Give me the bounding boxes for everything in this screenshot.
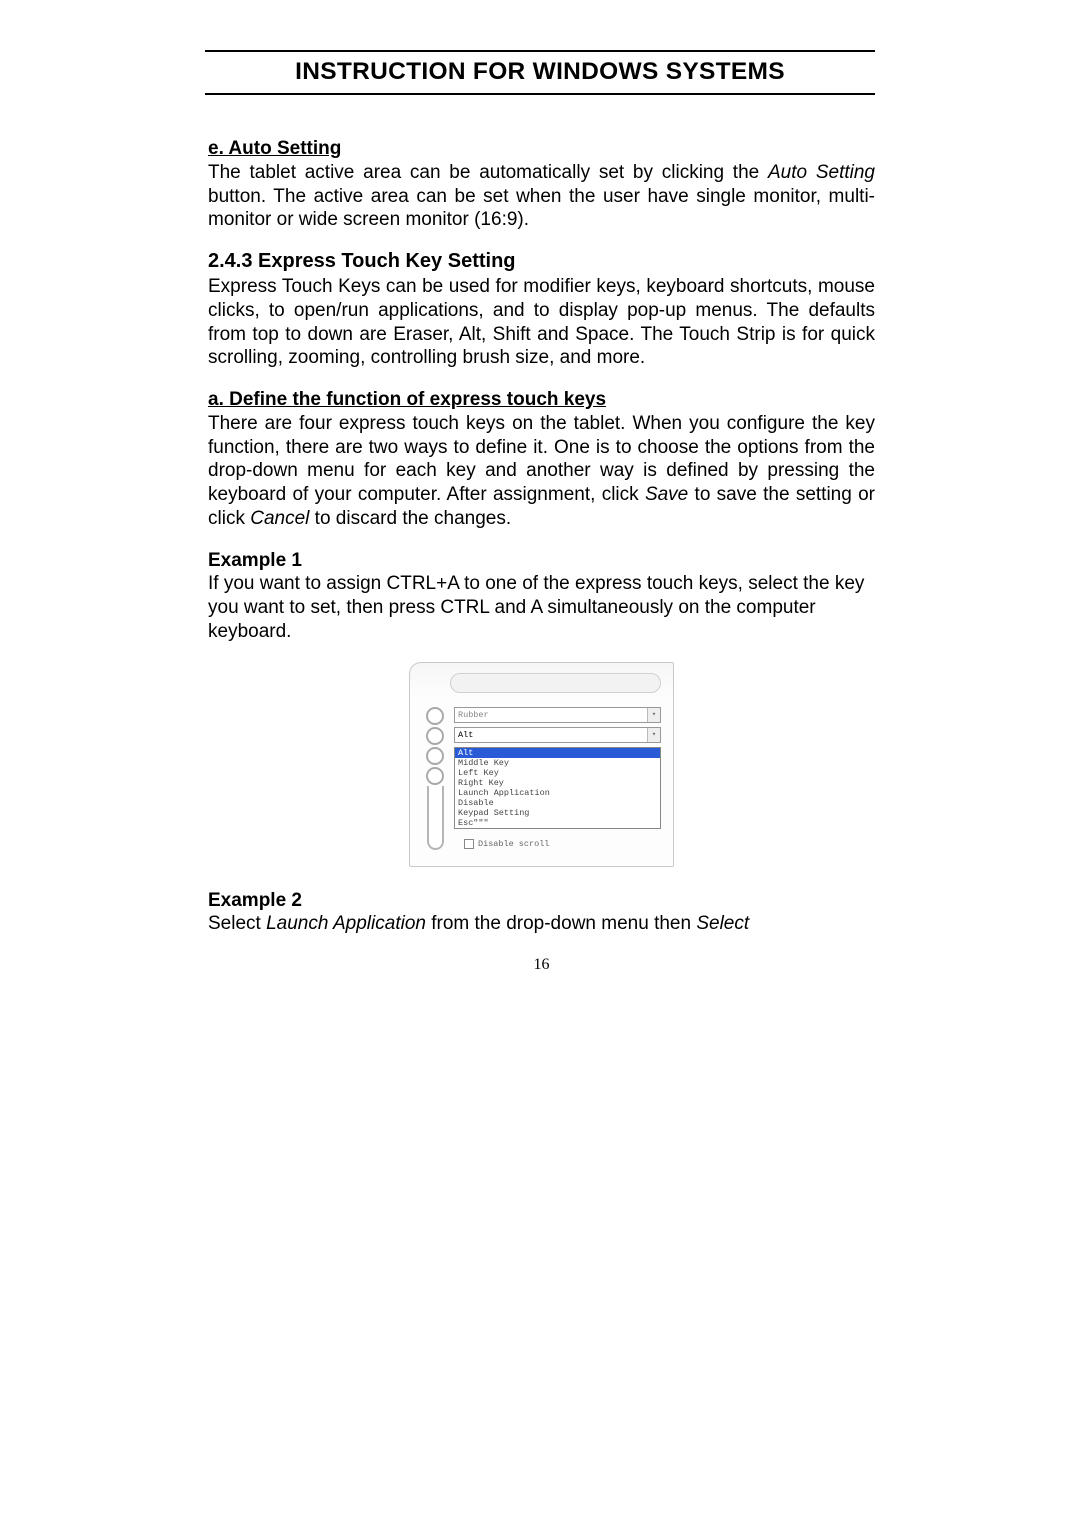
define-italic-save: Save bbox=[645, 484, 688, 505]
disable-scroll-label: Disable scroll bbox=[478, 839, 549, 849]
option-keypad-setting[interactable]: Keypad Setting bbox=[455, 808, 660, 818]
figure-key-column bbox=[424, 707, 446, 850]
example1-head: Example 1 bbox=[208, 550, 302, 571]
combo-rubber-value: Rubber bbox=[458, 710, 489, 720]
combo-rubber[interactable]: Rubber ▾ bbox=[454, 707, 661, 723]
figure-wrap: Rubber ▾ Alt ▾ Alt Middle Key Left Key R… bbox=[208, 662, 875, 867]
example2-head: Example 2 bbox=[208, 890, 302, 911]
page-content: e. Auto Setting The tablet active area c… bbox=[208, 95, 875, 974]
header-title: INSTRUCTION FOR WINDOWS SYSTEMS bbox=[295, 58, 785, 85]
page-number: 16 bbox=[208, 956, 875, 974]
figure-body: Rubber ▾ Alt ▾ Alt Middle Key Left Key R… bbox=[424, 707, 661, 850]
define-head: a. Define the function of express touch … bbox=[208, 389, 606, 410]
define-text-2: to discard the changes. bbox=[309, 508, 511, 529]
auto-setting-text-2: button. The active area can be set when … bbox=[208, 186, 875, 231]
dropdown-arrow-icon: ▾ bbox=[647, 708, 660, 722]
section-243-head: 2.4.3 Express Touch Key Setting bbox=[208, 250, 875, 273]
page-header: INSTRUCTION FOR WINDOWS SYSTEMS bbox=[205, 50, 875, 95]
figure-controls: Rubber ▾ Alt ▾ Alt Middle Key Left Key R… bbox=[454, 707, 661, 849]
auto-setting-block: e. Auto Setting The tablet active area c… bbox=[208, 137, 875, 232]
option-middle-key[interactable]: Middle Key bbox=[455, 758, 660, 768]
auto-setting-head: e. Auto Setting bbox=[208, 138, 341, 159]
example1-block: Example 1 If you want to assign CTRL+A t… bbox=[208, 549, 875, 644]
disable-scroll-row[interactable]: Disable scroll bbox=[454, 839, 661, 849]
option-launch-application[interactable]: Launch Application bbox=[455, 788, 660, 798]
combo-alt-value: Alt bbox=[458, 730, 473, 740]
section-243-text: Express Touch Keys can be used for modif… bbox=[208, 275, 875, 370]
express-key-3[interactable] bbox=[426, 747, 444, 765]
define-italic-cancel: Cancel bbox=[250, 508, 309, 529]
checkbox-icon[interactable] bbox=[464, 839, 474, 849]
example1-text: If you want to assign CTRL+A to one of t… bbox=[208, 573, 864, 642]
example2-block: Example 2 Select Launch Application from… bbox=[208, 889, 875, 937]
dropdown-listbox[interactable]: Alt Middle Key Left Key Right Key Launch… bbox=[454, 747, 661, 829]
express-key-4[interactable] bbox=[426, 767, 444, 785]
page: INSTRUCTION FOR WINDOWS SYSTEMS e. Auto … bbox=[0, 0, 1080, 974]
option-alt[interactable]: Alt bbox=[455, 748, 660, 758]
example2-italic-select: Select bbox=[696, 913, 749, 934]
express-key-figure: Rubber ▾ Alt ▾ Alt Middle Key Left Key R… bbox=[409, 662, 674, 867]
example2-text-1: Select bbox=[208, 913, 266, 934]
dropdown-arrow-icon: ▾ bbox=[647, 728, 660, 742]
define-block: a. Define the function of express touch … bbox=[208, 388, 875, 531]
express-key-2[interactable] bbox=[426, 727, 444, 745]
option-esc[interactable]: Esc""" bbox=[455, 818, 660, 828]
option-disable[interactable]: Disable bbox=[455, 798, 660, 808]
auto-setting-text-1: The tablet active area can be automatica… bbox=[208, 162, 768, 183]
auto-setting-italic: Auto Setting bbox=[768, 162, 875, 183]
example2-italic-launch: Launch Application bbox=[266, 913, 426, 934]
touch-strip[interactable] bbox=[427, 786, 444, 850]
express-key-1[interactable] bbox=[426, 707, 444, 725]
option-right-key[interactable]: Right Key bbox=[455, 778, 660, 788]
figure-top-bar bbox=[450, 673, 661, 693]
combo-alt[interactable]: Alt ▾ bbox=[454, 727, 661, 743]
option-left-key[interactable]: Left Key bbox=[455, 768, 660, 778]
example2-text-mid: from the drop-down menu then bbox=[426, 913, 696, 934]
